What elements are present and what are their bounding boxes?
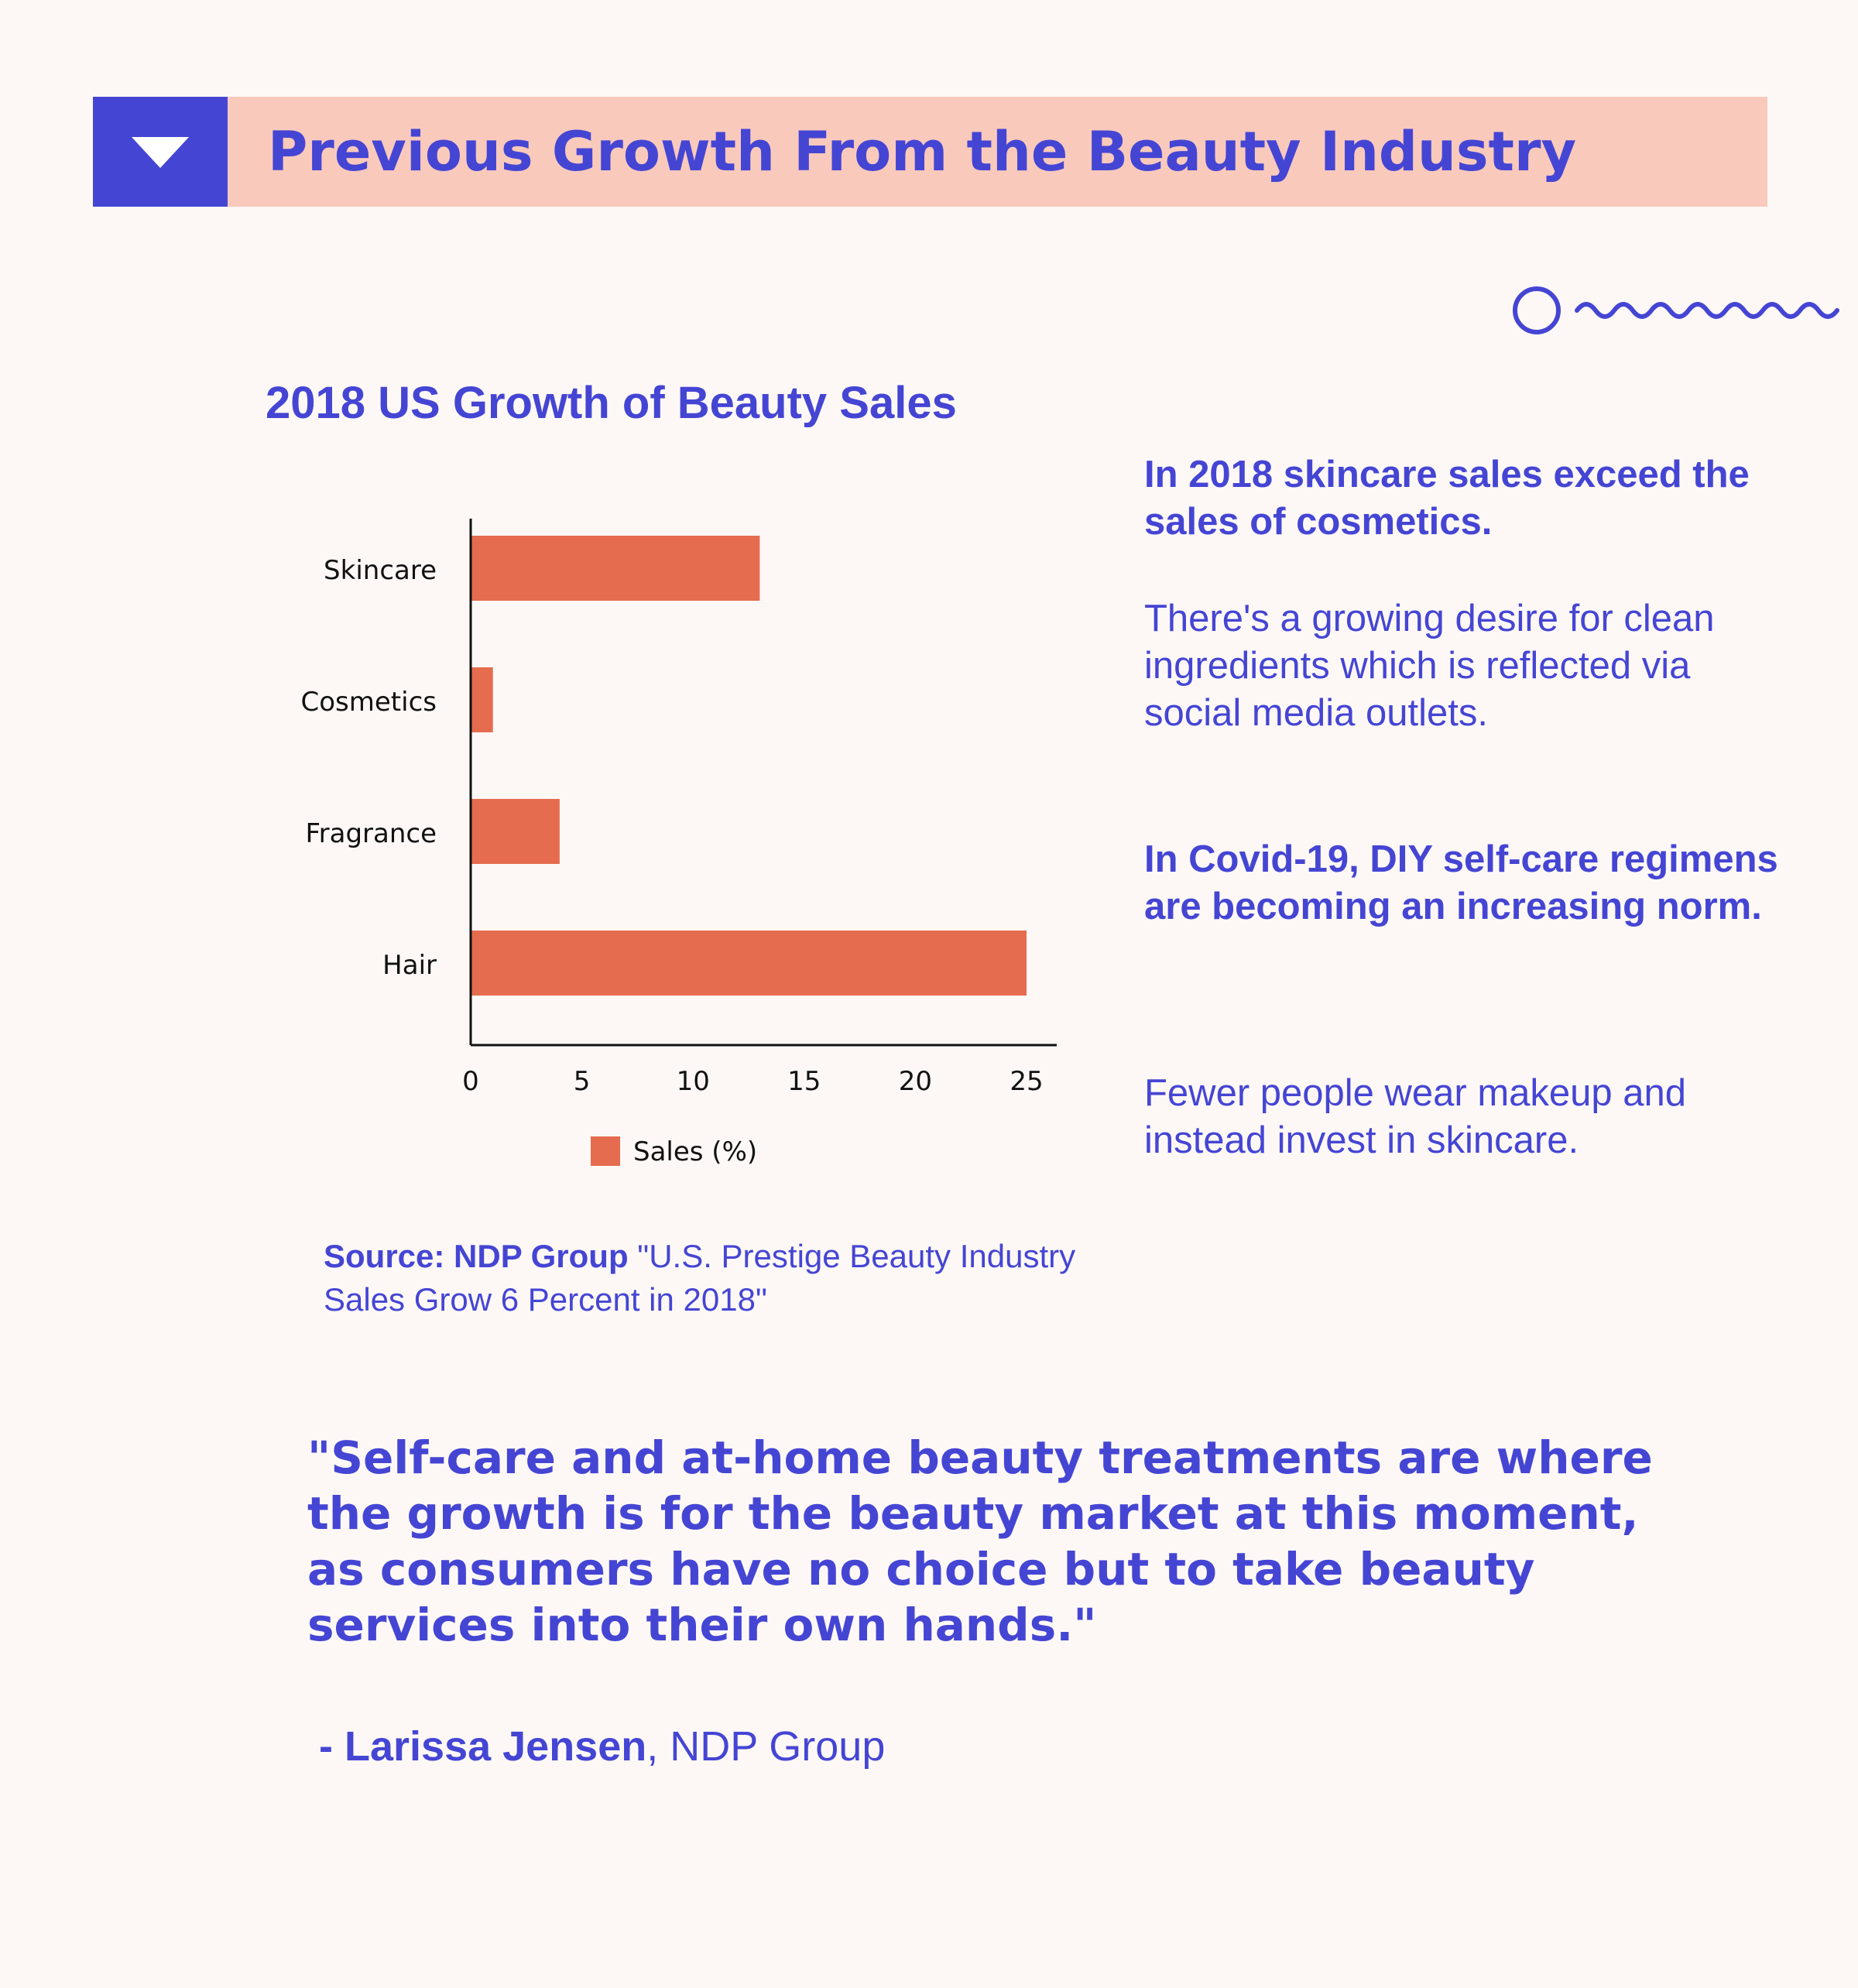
circle-squiggle-icon [1513,286,1839,334]
bar-skincare [471,536,760,601]
page-title: Previous Growth From the Beauty Industry [268,120,1577,183]
sidebar-body-makeup: Fewer people wear makeup and instead inv… [1144,1072,1687,1161]
x-tick-label: 0 [462,1066,479,1097]
sidebar-body-ingredients: There's a growing desire for clean ingre… [1144,598,1715,734]
triangle-down-icon [132,137,189,168]
category-label-cosmetics: Cosmetics [301,687,437,718]
attribution-org: , NDP Group [646,1723,886,1770]
sidebar-heading-skincare: In 2018 skincare sales exceed the sales … [1144,454,1750,543]
source-label: Source: NDP Group [324,1238,629,1274]
legend-swatch [591,1136,620,1166]
source-citation: Source: NDP Group "U.S. Prestige Beauty … [324,1235,1098,1321]
x-tick-label: 5 [574,1066,591,1097]
x-tick-label: 10 [677,1066,710,1097]
pull-quote: "Self-care and at-home beauty treatments… [307,1431,1653,1651]
attribution-name: Larissa Jensen [345,1723,647,1770]
x-tick-label: 25 [1010,1066,1043,1097]
bar-hair [471,931,1027,996]
x-tick-label: 15 [787,1066,821,1097]
quote-attribution: - Larissa Jensen, NDP Group [319,1720,885,1773]
sidebar-heading-covid: In Covid-19, DIY self-care regimens are … [1144,838,1778,927]
category-label-skincare: Skincare [324,555,437,586]
chart-title: 2018 US Growth of Beauty Sales [266,378,957,428]
x-tick-label: 20 [899,1066,932,1097]
attribution-dash: - [319,1723,345,1770]
legend-label: Sales (%) [633,1136,757,1167]
category-label-fragrance: Fragrance [306,818,437,849]
header-icon-box [93,97,228,207]
bar-cosmetics [471,667,493,732]
bar-fragrance [471,799,560,864]
bar-chart: Skincare Cosmetics Fragrance Hair 0 5 10 15 20 2… [301,519,1057,1167]
category-label-hair: Hair [382,950,437,981]
